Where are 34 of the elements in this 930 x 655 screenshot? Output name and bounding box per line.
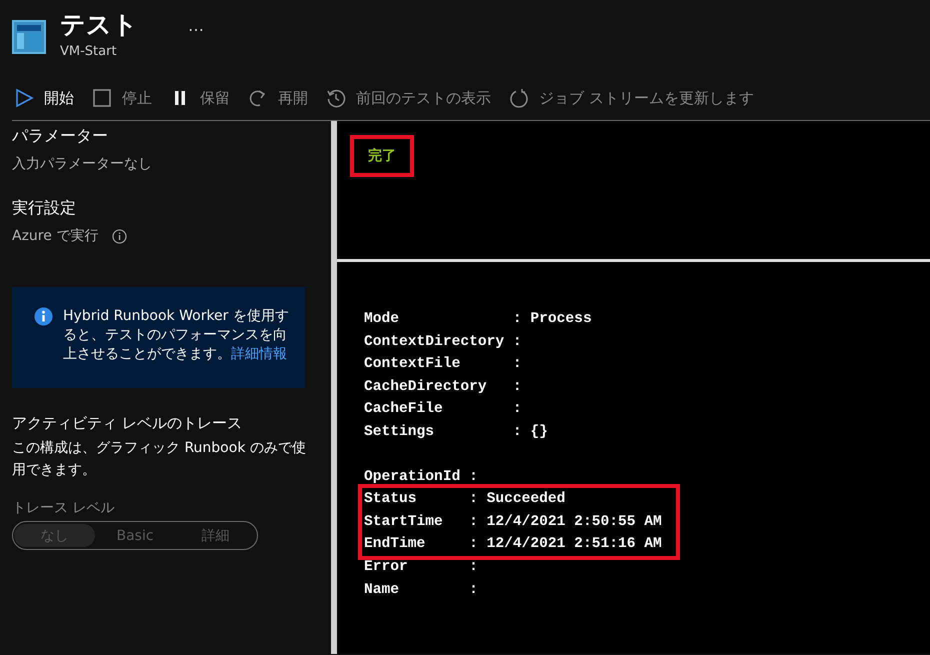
learn-more-link[interactable]: 詳細情報	[231, 346, 287, 362]
trace-description: この構成は、グラフィック Runbook のみで使用できます。	[12, 439, 307, 480]
info-icon[interactable]	[112, 228, 128, 244]
parameters-text: 入力パラメーターなし	[12, 155, 153, 173]
section-heading: パラメーター	[12, 125, 109, 147]
trace-level-label: トレース レベル	[12, 499, 116, 517]
output-line: Mode : Process	[363, 310, 592, 329]
section-heading: アクティビティ レベルのトレース	[12, 414, 243, 433]
status-text: 完了	[350, 135, 414, 177]
output-line: ContextFile :	[363, 355, 522, 374]
page-title: テスト	[60, 10, 138, 40]
output-line: Settings : {}	[363, 422, 548, 442]
output-line: OperationId :	[363, 468, 478, 487]
redo-icon	[248, 88, 268, 108]
section-heading: 実行設定	[12, 197, 77, 219]
output-line: CacheFile :	[363, 400, 522, 420]
runbook-icon	[12, 20, 46, 54]
info-message: Hybrid Runbook Worker を使用すると、テストのパフォーマンスを向上させることができます。詳細情報	[63, 307, 290, 364]
output-line: Name :	[363, 580, 478, 600]
page-subtitle: VM-Start	[60, 44, 118, 59]
output-line: EndTime : 12/4/2021 2:51:16 AM	[364, 535, 662, 554]
output-line: Status : Succeeded	[364, 490, 566, 510]
more-button[interactable]: …	[188, 16, 204, 35]
output-line: StartTime : 12/4/2021 2:50:55 AM	[364, 512, 662, 532]
output-line: Error :	[363, 558, 478, 577]
info-icon	[34, 307, 53, 326]
play-icon	[14, 88, 34, 108]
output-line: CacheDirectory :	[363, 378, 522, 397]
stop-icon	[92, 88, 112, 108]
output-line: ContextDirectory :	[363, 332, 522, 352]
refresh-icon	[509, 88, 529, 108]
history-icon	[326, 88, 346, 108]
run-location-text: Azure で実行	[12, 227, 98, 245]
toolbar-button[interactable]: 開始	[14, 88, 74, 108]
